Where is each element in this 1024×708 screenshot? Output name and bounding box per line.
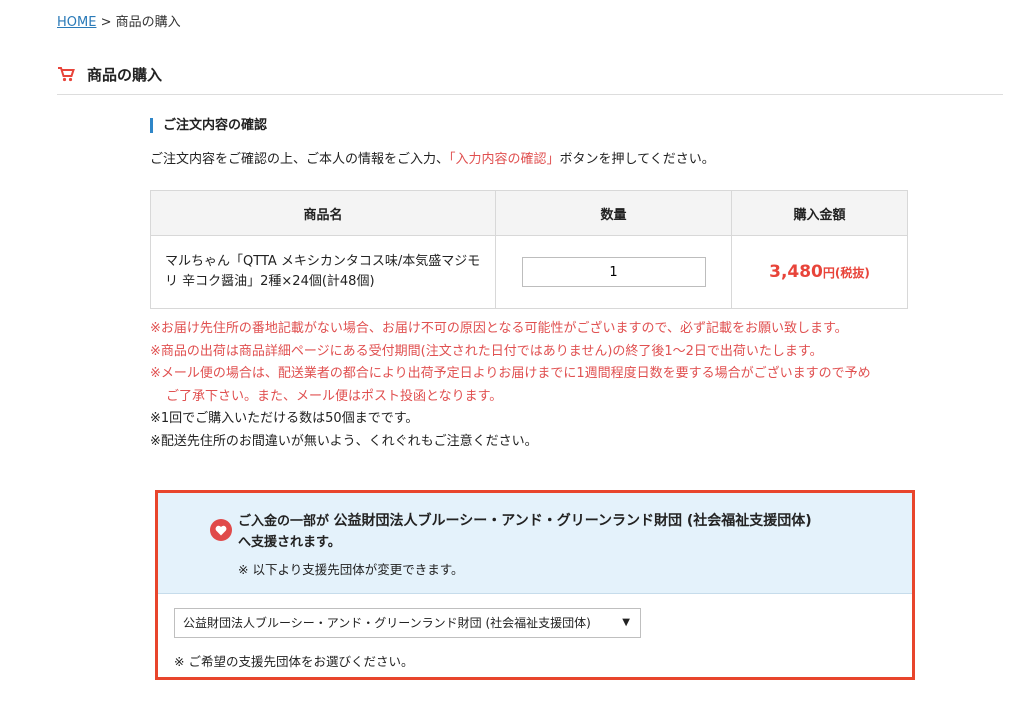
- price-cell: 3,480円(税抜): [731, 235, 908, 309]
- chevron-down-icon: ▼: [622, 617, 630, 628]
- product-name: マルちゃん「QTTA メキシカンタコス味/本気盛マジモリ 辛コク醤油」2種×24…: [150, 235, 496, 309]
- price-unit: 円(税抜): [822, 266, 870, 280]
- breadcrumb: HOME > 商品の購入: [57, 11, 181, 30]
- note-address-check: ※配送先住所のお間違いが無いよう、くれぐれもご注意ください。: [150, 433, 538, 449]
- intro-text-after: ボタンを押してください。: [559, 152, 715, 167]
- note-address: ※お届け先住所の番地記載がない場合、お届け不可の原因となる可能性がございますので…: [150, 321, 848, 336]
- donation-prefix: ご入金の一部が: [238, 514, 334, 529]
- header-quantity: 数量: [495, 190, 732, 236]
- header-price: 購入金額: [731, 190, 908, 236]
- donation-change-note: ※ 以下より支援先団体が変更できます。: [238, 562, 464, 577]
- note-mail-delivery-cont: ご了承下さい。また、メール便はポスト投函となります。: [166, 388, 503, 404]
- table-row: マルちゃん「QTTA メキシカンタコス味/本気盛マジモリ 辛コク醤油」2種×24…: [150, 235, 908, 309]
- note-max-quantity: ※1回でご購入いただける数は50個までです。: [150, 411, 419, 426]
- order-table: 商品名 数量 購入金額 マルちゃん「QTTA メキシカンタコス味/本気盛マジモリ…: [150, 190, 908, 309]
- note-shipping: ※商品の出荷は商品詳細ページにある受付期間(注文された日付ではありません)の終了…: [150, 343, 823, 359]
- donation-suffix: へ支援されます。: [238, 535, 341, 550]
- donation-help-text: ※ ご希望の支援先団体をお選びください。: [174, 654, 414, 669]
- header-product-name: 商品名: [150, 190, 496, 236]
- quantity-cell: [495, 235, 732, 309]
- price-amount: 3,480: [769, 262, 823, 282]
- donation-message: ご入金の一部が 公益財団法人ブルーシー・アンド・グリーンランド財団 (社会福祉支…: [238, 511, 878, 553]
- donation-info: ご入金の一部が 公益財団法人ブルーシー・アンド・グリーンランド財団 (社会福祉支…: [158, 493, 912, 594]
- heart-icon: [210, 519, 232, 541]
- page-header: 商品の購入: [57, 62, 1003, 95]
- page-title: 商品の購入: [87, 66, 163, 84]
- note-mail-delivery: ※メール便の場合は、配送業者の都合により出荷予定日よりお届けまでに1週間程度日数…: [150, 366, 871, 381]
- notes: ※お届け先住所の番地記載がない場合、お届け不可の原因となる可能性がございますので…: [150, 318, 930, 453]
- intro-text: ご注文内容をご確認の上、ご本人の情報をご入力、「入力内容の確認」ボタンを押してく…: [150, 148, 715, 167]
- donation-org-name: 公益財団法人ブルーシー・アンド・グリーンランド財団 (社会福祉支援団体): [333, 513, 812, 529]
- donation-org-select[interactable]: 公益財団法人ブルーシー・アンド・グリーンランド財団 (社会福祉支援団体) ▼: [174, 608, 641, 638]
- intro-highlight: 「入力内容の確認」: [449, 152, 560, 167]
- breadcrumb-current: 商品の購入: [115, 15, 181, 30]
- intro-text-before: ご注文内容をご確認の上、ご本人の情報をご入力、: [150, 152, 450, 167]
- quantity-input[interactable]: [521, 257, 706, 287]
- donation-select-value: 公益財団法人ブルーシー・アンド・グリーンランド財団 (社会福祉支援団体): [183, 616, 591, 630]
- breadcrumb-home-link[interactable]: HOME: [57, 15, 96, 30]
- table-header-row: 商品名 数量 購入金額: [150, 190, 908, 236]
- breadcrumb-separator: >: [100, 15, 112, 30]
- donation-panel: ご入金の一部が 公益財団法人ブルーシー・アンド・グリーンランド財団 (社会福祉支…: [155, 490, 915, 680]
- cart-icon: [57, 66, 75, 82]
- section-title: ご注文内容の確認: [150, 118, 267, 133]
